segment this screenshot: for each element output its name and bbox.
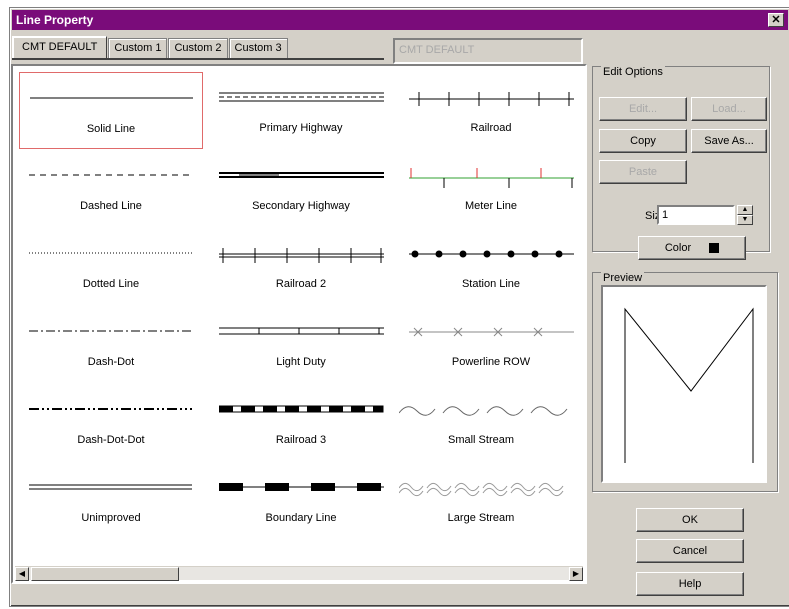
light-duty-sample [219, 327, 384, 335]
dash-dot-dot-sample [29, 408, 192, 410]
style-cell-station-line[interactable]: Station Line [399, 228, 583, 305]
style-cell-dash-dot-dot[interactable]: Dash-Dot-Dot [19, 384, 203, 461]
style-label: Primary Highway [259, 122, 343, 134]
style-set-name-field[interactable]: CMT DEFAULT [393, 38, 583, 64]
style-cell-light-duty[interactable]: Light Duty [209, 306, 393, 383]
scroll-thumb[interactable] [31, 567, 179, 581]
small-stream-sample [399, 406, 568, 416]
style-label: Light Duty [276, 356, 326, 368]
horizontal-scrollbar[interactable]: ◀ ▶ [15, 566, 583, 581]
line-style-list: Solid Line Primary Highway Railroad Dash… [11, 64, 587, 584]
color-swatch [709, 243, 720, 254]
style-cell-unimproved[interactable]: Unimproved [19, 462, 203, 539]
style-label: Dashed Line [80, 200, 142, 212]
style-cell-railroad-3[interactable]: Railroad 3 [209, 384, 393, 461]
style-cell-railroad[interactable]: Railroad [399, 72, 583, 149]
style-label: Secondary Highway [252, 200, 350, 212]
close-icon[interactable]: ✕ [768, 13, 784, 27]
spin-down-icon[interactable]: ▼ [737, 215, 753, 225]
style-label: Dash-Dot-Dot [77, 434, 145, 446]
title-bar: Line Property ✕ [12, 10, 788, 30]
window-title: Line Property [16, 13, 94, 27]
railroad-3-sample [219, 405, 384, 413]
solid-line-sample [30, 97, 193, 99]
powerline-row-sample [409, 327, 574, 337]
style-label: Dotted Line [82, 278, 140, 290]
style-label: Powerline ROW [451, 356, 531, 368]
preview-group: Preview [592, 272, 778, 492]
style-cell-primary-highway[interactable]: Primary Highway [209, 72, 393, 149]
style-label: Large Stream [447, 512, 515, 524]
scroll-left-icon[interactable]: ◀ [15, 567, 29, 581]
style-tabs: CMT DEFAULT Custom 1 Custom 2 Custom 3 [12, 36, 289, 58]
scroll-right-icon[interactable]: ▶ [569, 567, 583, 581]
style-label: Unimproved [81, 512, 141, 524]
style-cell-solid-line[interactable]: Solid Line [19, 72, 203, 149]
style-cell-boundary-line[interactable]: Boundary Line [209, 462, 393, 539]
style-label: Small Stream [447, 434, 515, 446]
style-label: Railroad [470, 122, 512, 134]
color-button-label: Color [664, 242, 692, 254]
ok-button[interactable]: OK [636, 508, 744, 532]
help-button[interactable]: Help [636, 572, 744, 596]
tab-custom-3[interactable]: Custom 3 [228, 38, 288, 58]
style-label: Railroad 3 [275, 434, 327, 446]
cancel-button[interactable]: Cancel [636, 539, 744, 563]
style-cell-secondary-highway[interactable]: Secondary Highway [209, 150, 393, 227]
preview-line-sample [624, 307, 754, 463]
railroad-2-sample [219, 248, 384, 263]
style-cell-small-stream[interactable]: Small Stream [389, 384, 573, 461]
style-cell-large-stream[interactable]: Large Stream [389, 462, 573, 539]
dash-dot-sample [29, 330, 192, 332]
style-cell-dash-dot[interactable]: Dash-Dot [19, 306, 203, 383]
station-line-sample [409, 250, 574, 258]
tab-cmt-default[interactable]: CMT DEFAULT [12, 36, 108, 58]
style-label: Dash-Dot [87, 356, 135, 368]
preview-title: Preview [601, 272, 645, 284]
edit-options-title: Edit Options [601, 66, 665, 78]
unimproved-sample [29, 484, 192, 490]
meter-line-sample [409, 168, 574, 188]
tab-divider [12, 58, 384, 60]
style-label: Solid Line [86, 123, 136, 135]
preview-canvas [601, 285, 767, 483]
paste-button[interactable]: Paste [599, 160, 687, 184]
large-stream-sample [399, 482, 564, 497]
style-cell-powerline-row[interactable]: Powerline ROW [399, 306, 583, 383]
boundary-line-sample [219, 483, 384, 491]
style-label: Railroad 2 [275, 278, 327, 290]
dotted-line-sample [29, 252, 192, 254]
style-cell-dotted-line[interactable]: Dotted Line [19, 228, 203, 305]
primary-highway-sample [219, 92, 384, 102]
tab-custom-2[interactable]: Custom 2 [168, 38, 228, 58]
style-label: Meter Line [465, 200, 517, 212]
size-input[interactable]: 1 [657, 205, 735, 225]
railroad-sample [409, 92, 574, 106]
style-cell-railroad-2[interactable]: Railroad 2 [209, 228, 393, 305]
color-button[interactable]: Color [638, 236, 746, 260]
style-cell-dashed-line[interactable]: Dashed Line [19, 150, 203, 227]
save-as-button[interactable]: Save As... [691, 129, 767, 153]
style-label: Station Line [461, 278, 521, 290]
style-cell-meter-line[interactable]: Meter Line [399, 150, 583, 227]
tab-custom-1[interactable]: Custom 1 [108, 38, 168, 58]
style-label: Boundary Line [265, 512, 337, 524]
edit-button[interactable]: Edit... [599, 97, 687, 121]
load-button[interactable]: Load... [691, 97, 767, 121]
copy-button[interactable]: Copy [599, 129, 687, 153]
spin-up-icon[interactable]: ▲ [737, 205, 753, 215]
secondary-highway-sample [219, 172, 384, 178]
dashed-line-sample [29, 174, 192, 176]
size-spinner[interactable]: ▲ ▼ [737, 205, 753, 225]
